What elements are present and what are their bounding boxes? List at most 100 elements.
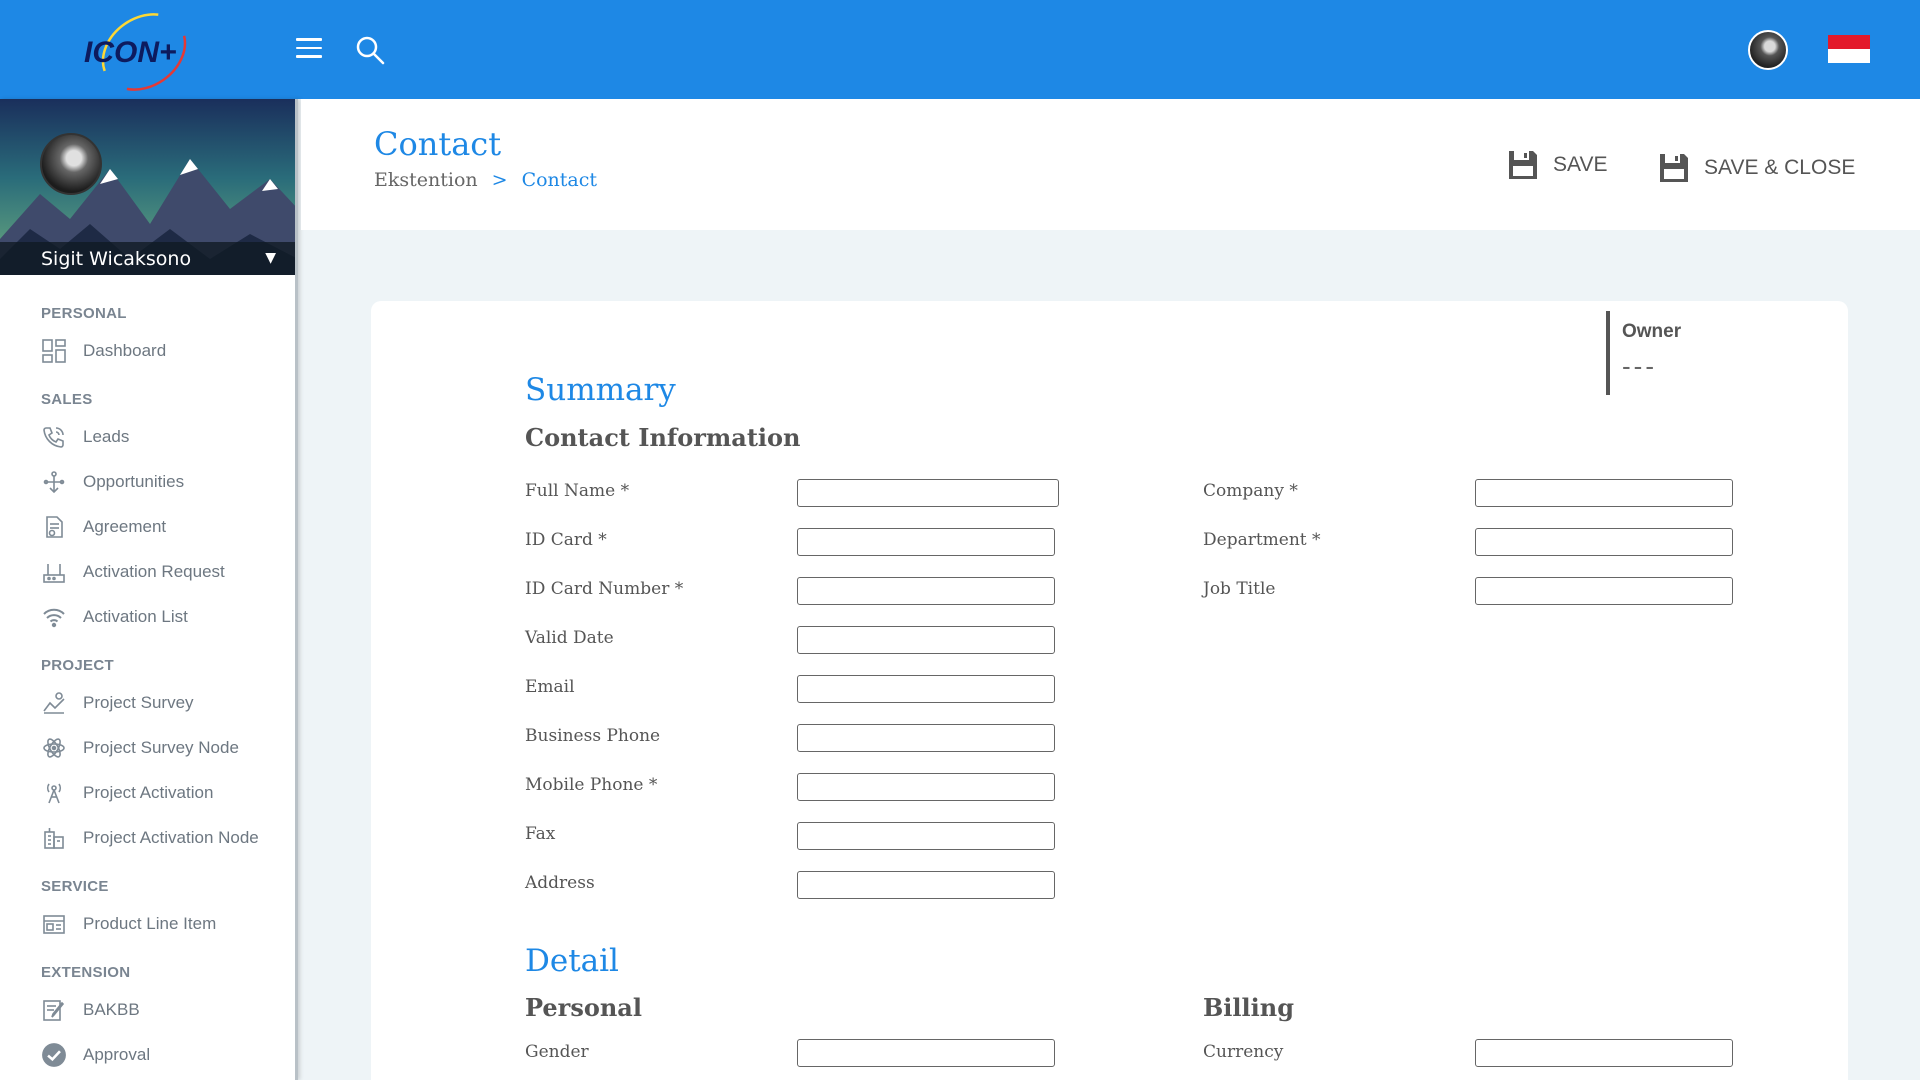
sidebar-item-label: Dashboard — [83, 340, 167, 360]
sidebar-item-product-line-item[interactable]: Product Line Item — [0, 901, 295, 946]
email-field[interactable] — [797, 675, 1055, 703]
sidebar-item-project-activation[interactable]: Project Activation — [0, 770, 295, 815]
sidebar-item-project-survey-node[interactable]: Project Survey Node — [0, 725, 295, 770]
floppy-disk-icon — [1509, 151, 1537, 179]
profile-avatar[interactable] — [40, 133, 102, 195]
activation-request-icon — [41, 559, 67, 585]
business-phone-field[interactable] — [797, 724, 1055, 752]
brand-logo[interactable]: ICON+ — [78, 6, 210, 94]
page-header: Contact Ekstention > Contact SAVE SAVE &… — [301, 99, 1920, 230]
billing-title: Billing — [1203, 993, 1294, 1022]
search-icon[interactable] — [355, 35, 385, 65]
sidebar-item-label: Product Line Item — [83, 913, 217, 933]
wifi-icon — [41, 604, 67, 630]
save-label: SAVE — [1553, 153, 1608, 176]
mobile-phone-field[interactable] — [797, 773, 1055, 801]
sidebar-item-project-survey[interactable]: Project Survey — [0, 680, 295, 725]
nav-group-service: SERVICE Product Line Item — [0, 878, 295, 946]
sidebar-item-bakbb[interactable]: BAKBB — [0, 987, 295, 1032]
dashboard-icon — [41, 338, 67, 364]
sidebar-item-project-activation-node[interactable]: Project Activation Node — [0, 815, 295, 860]
save-and-close-label: SAVE & CLOSE — [1704, 156, 1856, 179]
sidebar-item-label: Activation Request — [83, 561, 225, 581]
full-name-label: Full Name * — [525, 481, 630, 501]
valid-date-label: Valid Date — [525, 628, 614, 648]
gender-field[interactable] — [797, 1039, 1055, 1067]
document-edit-icon — [41, 997, 67, 1023]
business-phone-label: Business Phone — [525, 726, 661, 746]
caret-down-icon: ▼ — [265, 250, 276, 266]
gender-label: Gender — [525, 1042, 589, 1062]
save-button[interactable]: SAVE — [1507, 149, 1607, 181]
sidebar-item-agreement[interactable]: Agreement — [0, 504, 295, 549]
sidebar-item-label: Agreement — [83, 516, 167, 536]
page-title: Contact — [374, 125, 502, 163]
sidebar-item-label: Project Survey Node — [83, 737, 239, 757]
owner-value: --- — [1622, 351, 1657, 381]
breadcrumb: Ekstention > Contact — [374, 169, 597, 191]
sidebar-item-dashboard[interactable]: Dashboard — [0, 328, 295, 373]
valid-date-field[interactable] — [797, 626, 1055, 654]
nav-section-title: PERSONAL — [41, 305, 127, 322]
company-field[interactable] — [1475, 479, 1733, 507]
owner-label: Owner — [1622, 321, 1682, 342]
sidebar-item-approval[interactable]: Approval — [0, 1032, 295, 1077]
full-name-field[interactable] — [797, 479, 1059, 507]
fax-label: Fax — [525, 824, 556, 844]
sidebar-item-activation-request[interactable]: Activation Request — [0, 549, 295, 594]
breadcrumb-separator: > — [491, 169, 508, 191]
job-title-field[interactable] — [1475, 577, 1733, 605]
nav-group-personal: PERSONAL Dashboard — [0, 305, 295, 373]
id-card-number-field[interactable] — [797, 577, 1055, 605]
sidebar-item-opportunities[interactable]: Opportunities — [0, 459, 295, 504]
antenna-icon — [41, 780, 67, 806]
sidebar-item-label: BAKBB — [83, 999, 140, 1019]
department-field[interactable] — [1475, 528, 1733, 556]
sidebar-item-label: Project Activation — [83, 782, 214, 802]
address-label: Address — [525, 873, 595, 893]
sidebar-item-label: Opportunities — [83, 471, 185, 491]
sidebar-item-label: Project Activation Node — [83, 827, 259, 847]
save-and-close-button[interactable]: SAVE & CLOSE — [1658, 152, 1855, 184]
sidebar-item-label: Leads — [83, 426, 130, 446]
hamburger-menu-icon[interactable] — [296, 38, 322, 60]
agreement-icon — [41, 514, 67, 540]
id-card-number-label: ID Card Number * — [525, 579, 684, 599]
sidebar-item-label: Activation List — [83, 606, 188, 626]
contact-form-card: Owner --- Summary Contact Information Fu… — [371, 301, 1848, 1080]
id-card-field[interactable] — [797, 528, 1055, 556]
mobile-phone-label: Mobile Phone * — [525, 775, 658, 795]
currency-label: Currency — [1203, 1042, 1284, 1062]
company-label: Company * — [1203, 481, 1298, 501]
network-node-icon — [41, 735, 67, 761]
id-card-label: ID Card * — [525, 530, 607, 550]
sidebar-item-activation-list[interactable]: Activation List — [0, 594, 295, 639]
floppy-disk-icon — [1660, 154, 1688, 182]
breadcrumb-current: Contact — [521, 169, 598, 191]
nav-group-sales: SALES Leads Opportunities Agreement Acti… — [0, 391, 295, 639]
language-flag-icon[interactable] — [1828, 35, 1870, 63]
detail-title: Detail — [525, 943, 619, 979]
nav-section-title: SERVICE — [41, 878, 109, 895]
fax-field[interactable] — [797, 822, 1055, 850]
profile-name: Sigit Wicaksono — [41, 248, 192, 270]
nav-group-project: PROJECT Project Survey Project Survey No… — [0, 657, 295, 860]
nav-section-title: EXTENSION — [41, 964, 131, 981]
profile-name-dropdown[interactable]: Sigit Wicaksono ▼ — [0, 242, 295, 275]
sidebar-item-leads[interactable]: Leads — [0, 414, 295, 459]
currency-field[interactable] — [1475, 1039, 1733, 1067]
profile-panel: Sigit Wicaksono ▼ — [0, 99, 295, 275]
nav-group-extension: EXTENSION BAKBB Approval — [0, 964, 295, 1077]
sidebar-nav: PERSONAL Dashboard SALES Leads Opportuni… — [0, 275, 295, 1077]
nav-section-title: PROJECT — [41, 657, 114, 674]
opportunities-icon — [41, 469, 67, 495]
owner-panel: Owner --- — [1606, 311, 1681, 395]
user-avatar[interactable] — [1748, 30, 1788, 70]
sidebar-item-label: Project Survey — [83, 692, 194, 712]
personal-title: Personal — [525, 993, 642, 1022]
nav-section-title: SALES — [41, 391, 93, 408]
job-title-label: Job Title — [1203, 579, 1276, 599]
sidebar-item-label: Approval — [83, 1044, 151, 1064]
address-field[interactable] — [797, 871, 1055, 899]
breadcrumb-ekstention[interactable]: Ekstention — [374, 169, 478, 191]
